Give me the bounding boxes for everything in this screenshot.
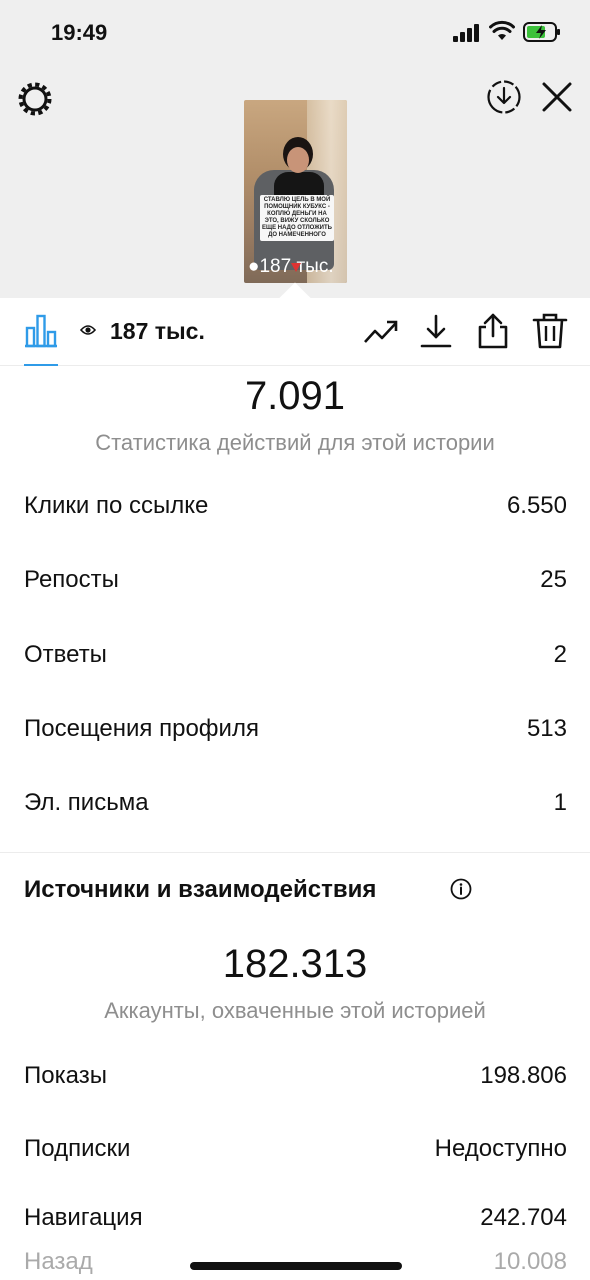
actions-total: 7.091 xyxy=(244,374,346,418)
stat-label: Посещения профиля xyxy=(24,715,259,742)
stat-row-replies: Ответы 2 xyxy=(24,633,567,673)
stat-value: 6.550 xyxy=(506,492,567,519)
wifi-icon xyxy=(489,20,515,40)
discovery-caption: Аккаунты, охваченные этой историей xyxy=(104,998,486,1023)
close-icon[interactable] xyxy=(540,80,574,114)
discovery-total: 182.313 xyxy=(222,942,368,986)
stat-label: Навигация xyxy=(24,1204,143,1231)
stat-value: Недоступно xyxy=(434,1135,567,1162)
stat-row-back: Назад 10.008 xyxy=(24,1240,567,1280)
section-divider xyxy=(0,852,590,853)
status-bar: 19:49 xyxy=(0,0,590,64)
stat-row-emails: Эл. письма 1 xyxy=(24,781,567,821)
info-icon[interactable] xyxy=(450,878,472,900)
insights-sheet: 187 тыс. 7.091 Статистика действий для э… xyxy=(0,298,590,1280)
stat-label: Показы xyxy=(24,1062,107,1089)
download-icon[interactable] xyxy=(417,312,455,350)
stat-label: Подписки xyxy=(24,1135,131,1162)
trending-up-icon[interactable] xyxy=(362,312,400,350)
stat-label: Клики по ссылке xyxy=(24,492,209,519)
eye-icon: ● xyxy=(248,256,260,277)
stat-value: 25 xyxy=(540,566,567,593)
battery-charging-icon xyxy=(523,22,560,42)
download-circle-icon[interactable] xyxy=(486,79,522,115)
stat-value: 2 xyxy=(553,641,567,668)
stat-value: 198.806 xyxy=(480,1062,567,1089)
stat-value: 513 xyxy=(526,715,567,742)
eye-icon xyxy=(80,325,96,335)
stat-value: 1 xyxy=(553,789,567,816)
person-head xyxy=(287,147,309,173)
stat-label: Репосты xyxy=(24,566,119,593)
active-tab-underline xyxy=(24,364,58,366)
stat-row-navigation: Навигация 242.704 xyxy=(24,1196,567,1236)
stat-value: 242.704 xyxy=(480,1204,567,1231)
discovery-section-title: Источники и взаимодействия xyxy=(24,876,377,903)
story-caption: СТАВЛЮ ЦЕЛЬ В МОЙ ПОМОЩНИК КУБУКС - КОПЛ… xyxy=(260,195,334,241)
stat-label: Ответы xyxy=(24,641,107,668)
status-time: 19:49 xyxy=(51,20,108,45)
actions-caption: Статистика действий для этой истории xyxy=(95,430,495,455)
stat-row-follows: Подписки Недоступно xyxy=(24,1127,567,1167)
stat-row-reposts: Репосты 25 xyxy=(24,558,567,598)
story-preview-thumbnail[interactable]: СТАВЛЮ ЦЕЛЬ В МОЙ ПОМОЩНИК КУБУКС - КОПЛ… xyxy=(244,100,347,283)
insights-toolbar: 187 тыс. xyxy=(0,298,590,366)
stat-label: Эл. письма xyxy=(24,789,149,816)
stat-label: Назад xyxy=(24,1248,93,1275)
views-count: 187 тыс. xyxy=(110,318,205,344)
home-indicator[interactable] xyxy=(190,1262,402,1270)
gear-icon[interactable] xyxy=(16,80,54,118)
story-header-area: 19:49 СТАВЛЮ ЦЕЛЬ В МОЙ ПОМОЩНИК КУБУКС … xyxy=(0,0,590,298)
arrow-icon xyxy=(291,263,301,272)
stat-row-impressions: Показы 198.806 xyxy=(24,1054,567,1094)
stat-row-link-clicks: Клики по ссылке 6.550 xyxy=(24,484,567,524)
stat-row-profile-visits: Посещения профиля 513 xyxy=(24,707,567,747)
trash-icon[interactable] xyxy=(531,312,569,350)
cellular-signal-icon xyxy=(453,24,483,42)
bar-chart-icon[interactable] xyxy=(22,312,60,350)
stat-value: 10.008 xyxy=(493,1248,567,1275)
share-icon[interactable] xyxy=(474,312,512,350)
